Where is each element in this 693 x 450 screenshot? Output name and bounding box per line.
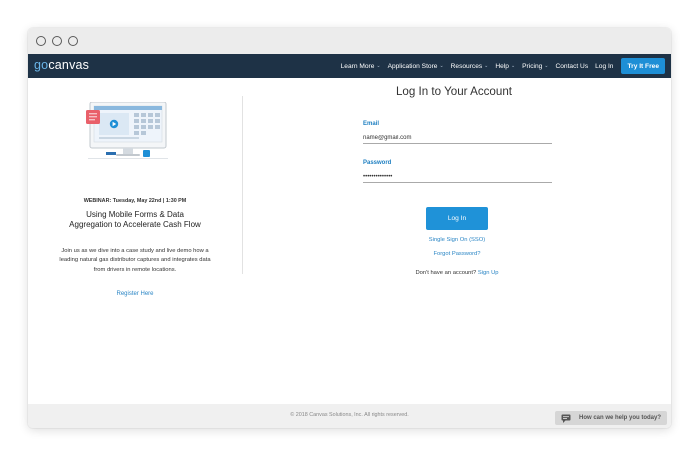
- help-widget-label: How can we help you today?: [578, 415, 661, 421]
- webinar-title: Using Mobile Forms & Data Aggregation to…: [69, 210, 201, 229]
- window-maximize-dot[interactable]: [68, 36, 78, 46]
- chevron-down-icon: ⌄: [544, 63, 549, 69]
- forgot-password-link[interactable]: Forgot Password?: [394, 251, 520, 257]
- gocanvas-logo[interactable]: gocanvas: [34, 58, 89, 72]
- top-navigation: gocanvas Learn More ⌄ Application Store ⌄ …: [28, 54, 671, 78]
- webinar-description: Join us as we dive into a case study and…: [59, 248, 211, 273]
- help-chat-widget[interactable]: How can we help you today?: [554, 411, 667, 425]
- nav-pricing[interactable]: Pricing ⌄: [522, 63, 548, 70]
- nav-learn-more[interactable]: Learn More ⌄: [341, 63, 381, 70]
- nav-help[interactable]: Help ⌄: [495, 63, 515, 70]
- window-titlebar: [28, 28, 671, 54]
- password-label: Password: [363, 160, 392, 166]
- chevron-down-icon: ⌄: [376, 63, 381, 69]
- sso-link[interactable]: Single Sign On (SSO): [394, 237, 520, 243]
- chat-bubble-icon: [561, 414, 571, 423]
- try-it-free-button[interactable]: Try It Free: [621, 58, 665, 74]
- chevron-down-icon: ⌄: [439, 63, 444, 69]
- chevron-down-icon: ⌄: [510, 63, 516, 69]
- nav-log-in[interactable]: Log In: [595, 63, 613, 70]
- nav-contact-us[interactable]: Contact Us: [556, 63, 589, 70]
- nav-menu: Learn More ⌄ Application Store ⌄ Resources…: [334, 57, 665, 75]
- browser-window: gocanvas Learn More ⌄ Application Store ⌄ …: [28, 28, 671, 428]
- signup-prompt: Don't have an account? Sign Up: [384, 270, 530, 276]
- nav-application-store[interactable]: Application Store ⌄: [388, 63, 444, 70]
- email-field[interactable]: [363, 132, 552, 144]
- webinar-date-label: WEBINAR: Tuesday, May 22nd | 1:30 PM: [83, 198, 187, 204]
- computer-illustration: [86, 102, 168, 159]
- login-button[interactable]: Log In: [426, 207, 488, 230]
- chevron-down-icon: ⌄: [484, 63, 489, 69]
- column-divider: [242, 96, 243, 274]
- nav-resources[interactable]: Resources ⌄: [451, 63, 489, 70]
- window-minimize-dot[interactable]: [52, 36, 62, 46]
- register-here-link[interactable]: Register Here: [28, 291, 242, 297]
- email-label: Email: [363, 121, 380, 127]
- password-field[interactable]: [363, 171, 552, 183]
- no-account-text: Don't have an account?: [415, 270, 477, 276]
- sign-up-link[interactable]: Sign Up: [478, 270, 499, 276]
- page-footer: © 2018 Canvas Solutions, Inc. All rights…: [28, 404, 671, 428]
- page-title: Log In to Your Account: [395, 85, 513, 98]
- window-close-dot[interactable]: [36, 36, 46, 46]
